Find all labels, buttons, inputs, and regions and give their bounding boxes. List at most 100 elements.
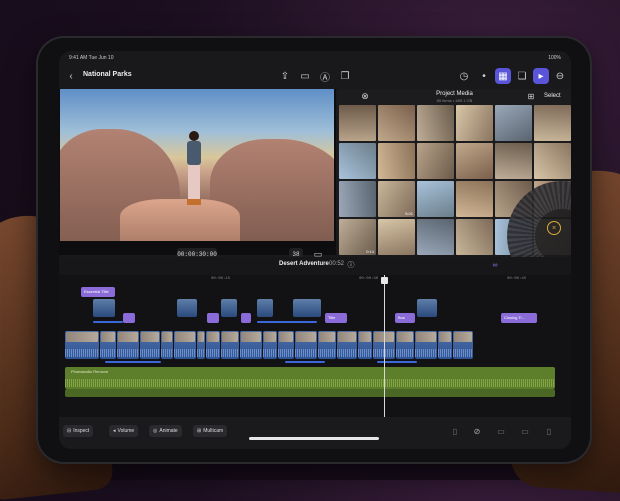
person-figure <box>185 131 203 209</box>
status-time: 9:41 AM Tue Jun 10 <box>69 55 114 61</box>
video-frame[interactable] <box>60 89 334 241</box>
timeline-header: Desert Adventure 00:52 ⓘ ∞ <box>59 257 571 275</box>
timeline[interactable]: 00:00:15 00:00:30 00:00:45 Essential Tit… <box>59 275 571 417</box>
title-clip[interactable] <box>241 313 251 323</box>
media-thumbnail[interactable] <box>456 181 493 217</box>
video-clip[interactable] <box>358 331 372 359</box>
broll-clip[interactable] <box>177 299 197 317</box>
broll-clip[interactable] <box>221 299 237 317</box>
home-indicator <box>249 437 379 440</box>
video-clip[interactable] <box>278 331 294 359</box>
thumbnail-duration: 0:14 <box>366 249 374 254</box>
broll-clip[interactable] <box>93 299 115 317</box>
media-thumbnail[interactable]: 5:01 <box>378 181 415 217</box>
media-thumbnail[interactable] <box>378 143 415 179</box>
video-clip[interactable] <box>240 331 262 359</box>
media-thumbnail[interactable] <box>534 143 571 179</box>
speed-icon[interactable]: ▯ <box>543 425 555 437</box>
video-clip[interactable] <box>337 331 357 359</box>
media-thumbnail[interactable] <box>339 143 376 179</box>
video-viewer: 00:00:30:00 38 ▭ <box>59 89 336 260</box>
title-clip[interactable]: Title <box>325 313 347 323</box>
media-thumbnail[interactable] <box>456 219 493 255</box>
grid-view-icon[interactable]: ⊞ <box>526 91 536 101</box>
app-screen: 9:41 AM Tue Jun 10 100% ‹ National Parks… <box>59 51 571 449</box>
share-icon[interactable]: ⇪ <box>277 68 293 84</box>
audio-clip[interactable]: Photostudio Remove <box>65 367 555 389</box>
broll-clip[interactable] <box>417 299 437 317</box>
project-title: National Parks <box>83 71 132 78</box>
media-thumbnail[interactable] <box>378 105 415 141</box>
broll-clip[interactable] <box>257 299 273 317</box>
title-clip[interactable]: Essential Title <box>81 287 115 297</box>
ipad-device: 9:41 AM Tue Jun 10 100% ‹ National Parks… <box>38 38 590 462</box>
video-clip[interactable] <box>221 331 239 359</box>
video-clip[interactable] <box>318 331 336 359</box>
camera-icon[interactable]: ▭ <box>297 68 313 84</box>
info-icon[interactable]: ⓘ <box>346 260 356 270</box>
video-clip[interactable] <box>453 331 473 359</box>
media-thumbnail[interactable] <box>339 181 376 217</box>
title-clip[interactable]: Closing Ti... <box>501 313 537 323</box>
video-clip[interactable] <box>100 331 116 359</box>
bottom-toolbar: ⊟ Inspect ◂ Volume ◎ Animate ⊞ Multicam ▯ ⊘ … <box>59 417 571 449</box>
media-thumbnail[interactable] <box>456 143 493 179</box>
video-clip[interactable] <box>206 331 220 359</box>
animate-icon: ◎ <box>153 428 158 434</box>
media-thumbnail[interactable] <box>378 219 415 255</box>
thumbnail-duration: 5:01 <box>405 211 413 216</box>
video-clip[interactable] <box>174 331 196 359</box>
media-thumbnail[interactable] <box>417 219 454 255</box>
video-clip[interactable] <box>396 331 414 359</box>
media-thumbnail[interactable] <box>456 105 493 141</box>
volume-button[interactable]: ◂ Volume <box>109 425 139 437</box>
audio-clip-label: Photostudio Remove <box>71 369 109 374</box>
title-clip[interactable]: Bus <box>395 313 415 323</box>
multicam-button[interactable]: ⊞ Multicam <box>193 425 228 437</box>
record-icon[interactable]: ▸ <box>533 68 549 84</box>
link-icon[interactable]: ∞ <box>489 260 501 270</box>
video-clip[interactable] <box>65 331 99 359</box>
video-clip[interactable] <box>117 331 139 359</box>
video-clip[interactable] <box>161 331 173 359</box>
playhead[interactable] <box>384 275 385 417</box>
history-icon[interactable]: ◷ <box>456 68 472 84</box>
jog-close-icon[interactable]: × <box>547 221 561 235</box>
video-clip[interactable] <box>140 331 160 359</box>
select-button[interactable]: Select <box>544 93 561 99</box>
video-clip[interactable] <box>197 331 205 359</box>
trash-icon[interactable]: ▯ <box>449 425 461 437</box>
media-thumbnail[interactable] <box>495 143 532 179</box>
video-clip[interactable] <box>438 331 452 359</box>
detach-icon[interactable]: ▭ <box>519 425 531 437</box>
more-icon[interactable]: ⊖ <box>552 68 568 84</box>
media-thumbnail[interactable] <box>417 105 454 141</box>
photos-icon[interactable]: • <box>476 68 492 84</box>
animate-button[interactable]: ◎ Animate <box>149 425 182 437</box>
checkmark-icon[interactable]: ⊘ <box>471 425 483 437</box>
voiceover-icon[interactable]: Ⓐ <box>317 68 333 84</box>
volume-icon: ◂ <box>113 428 116 434</box>
media-browser-icon[interactable]: ▦ <box>495 68 511 84</box>
copy-icon[interactable]: ❐ <box>337 68 353 84</box>
inspect-icon: ⊟ <box>67 428 72 434</box>
layers-icon[interactable]: ❏ <box>514 68 530 84</box>
media-thumbnail[interactable]: 0:14 <box>339 219 376 255</box>
video-clip[interactable] <box>295 331 317 359</box>
title-clip[interactable] <box>207 313 219 323</box>
media-thumbnail[interactable] <box>417 181 454 217</box>
inspect-button[interactable]: ⊟ Inspect <box>63 425 94 437</box>
media-thumbnail[interactable] <box>339 105 376 141</box>
media-thumbnail[interactable] <box>417 143 454 179</box>
video-clip[interactable] <box>415 331 437 359</box>
back-chevron-icon[interactable]: ‹ <box>63 68 79 84</box>
split-icon[interactable]: ▭ <box>495 425 507 437</box>
title-clip[interactable] <box>123 313 135 323</box>
video-clip[interactable] <box>263 331 277 359</box>
playhead-handle[interactable] <box>381 277 388 284</box>
media-thumbnail[interactable] <box>495 105 532 141</box>
broll-clip[interactable] <box>293 299 321 317</box>
audio-clip[interactable] <box>65 389 555 397</box>
media-thumbnail[interactable] <box>534 105 571 141</box>
top-bar: ‹ National Parks ⇪ ▭ Ⓐ ❐ ◷ • ▦ ❏ ▸ ⊖ <box>59 63 571 89</box>
